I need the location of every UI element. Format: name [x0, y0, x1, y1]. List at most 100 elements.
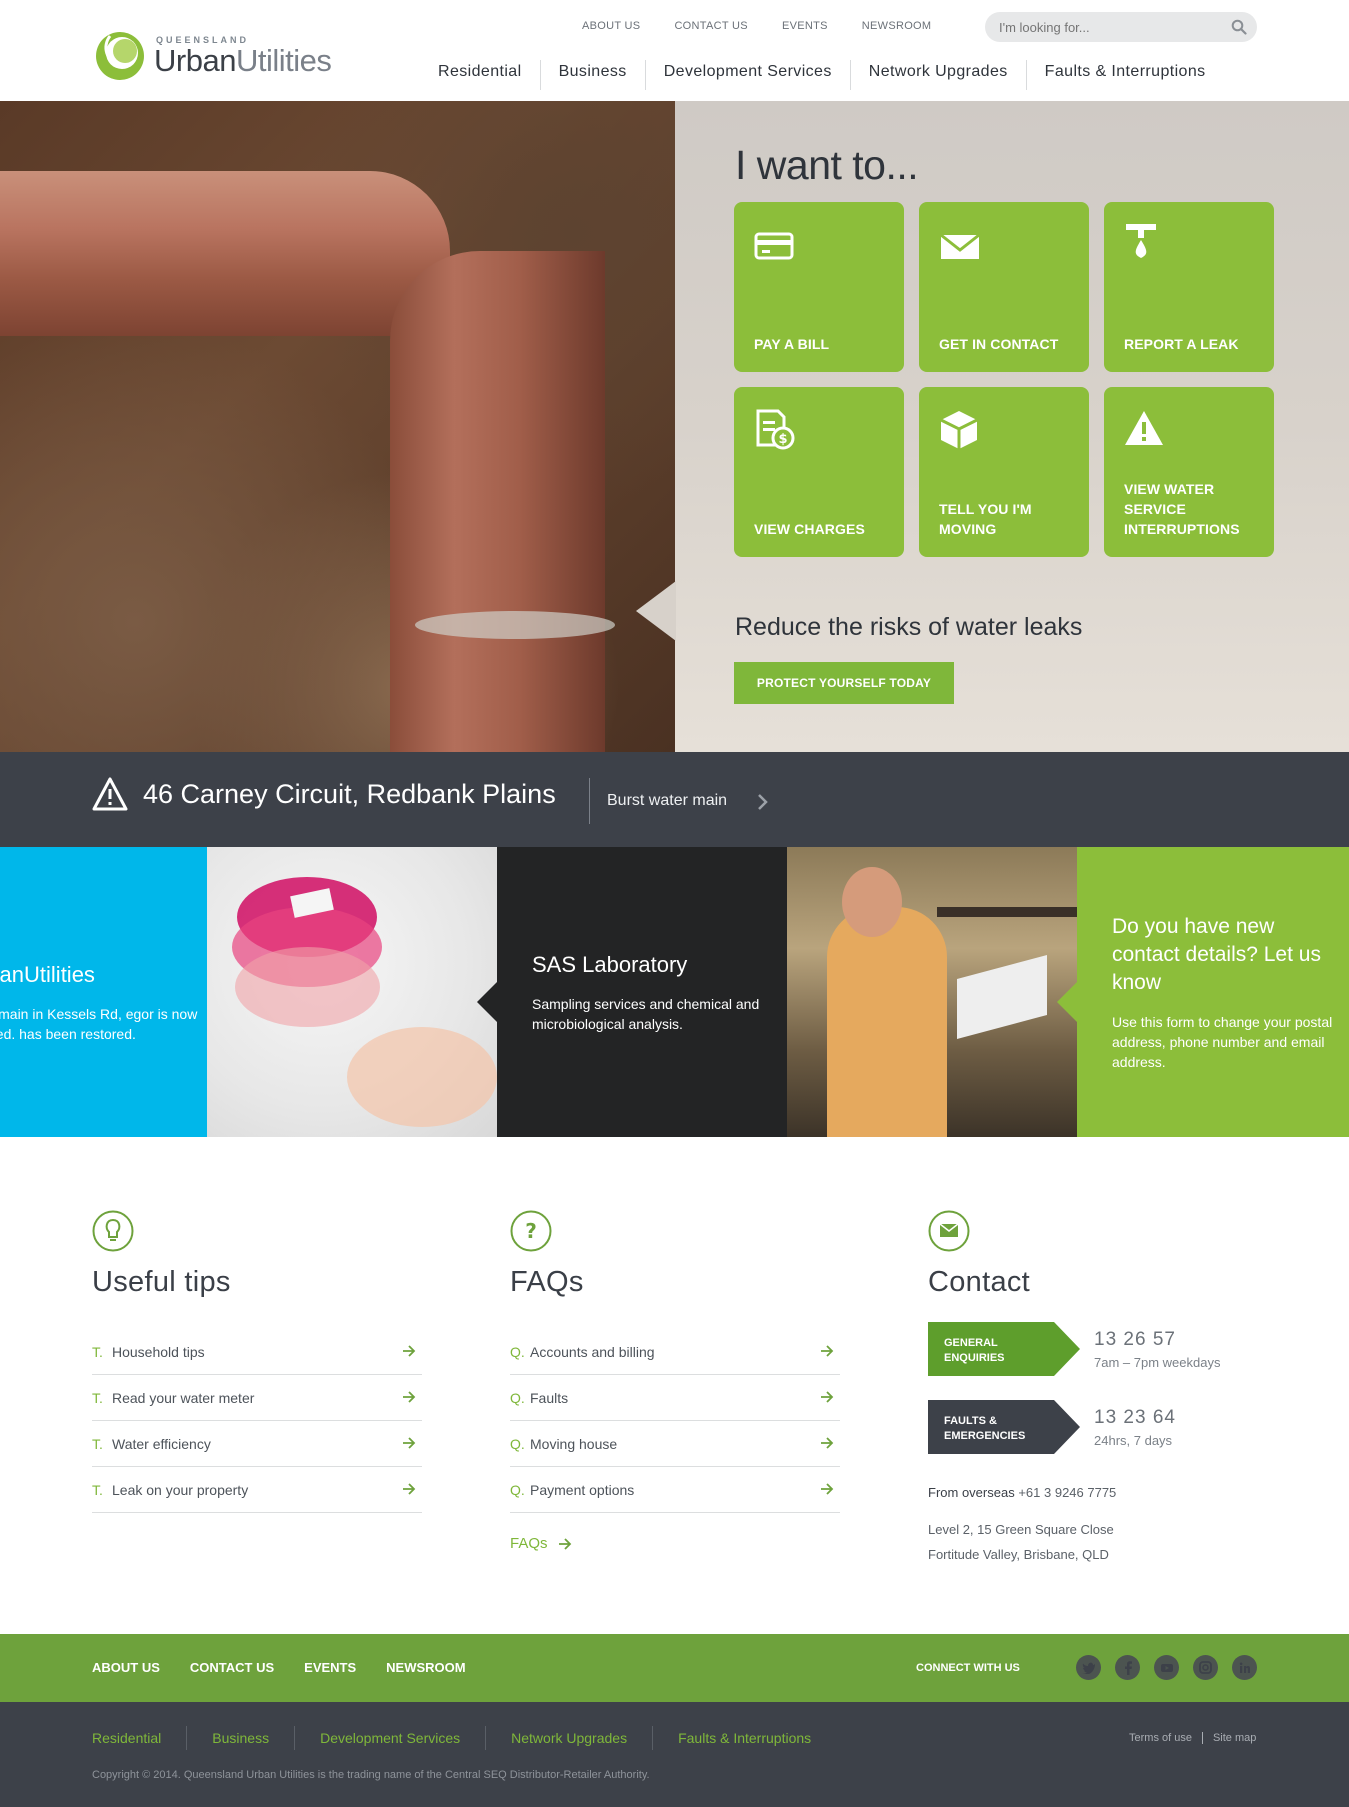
- faults-phone: 13 23 64 24hrs, 7 days: [1094, 1407, 1176, 1448]
- footer-link-contact[interactable]: CONTACT US: [190, 1660, 274, 1675]
- i-want-to-heading: I want to...: [735, 142, 919, 188]
- list-item[interactable]: T. Read your water meter: [92, 1375, 422, 1421]
- feature-strip: rbanUtilities water main in Kessels Rd, …: [0, 847, 1349, 1137]
- man-figure: [827, 907, 947, 1137]
- list-item[interactable]: Q. Accounts and billing: [510, 1329, 840, 1375]
- facebook-icon[interactable]: [1115, 1655, 1140, 1680]
- address: Level 2, 15 Green Square Close Fortitude…: [928, 1517, 1114, 1567]
- terms-of-use-link[interactable]: Terms of use: [1119, 1732, 1202, 1744]
- general-enquiries-tag: GENERAL ENQUIRIES: [928, 1322, 1080, 1376]
- linkedin-icon[interactable]: [1232, 1655, 1257, 1680]
- petri-dish: [235, 947, 380, 1027]
- warning-icon: [1125, 411, 1163, 445]
- feature-sas-laboratory[interactable]: SAS Laboratory Sampling services and che…: [497, 847, 787, 1137]
- footer-link-newsroom[interactable]: NEWSROOM: [386, 1660, 465, 1675]
- tile-get-in-contact[interactable]: GET IN CONTACT: [919, 202, 1089, 372]
- contact-title: Contact: [928, 1266, 1031, 1298]
- logo[interactable]: QUEENSLAND UrbanUtilities: [92, 26, 352, 82]
- feature-news[interactable]: rbanUtilities water main in Kessels Rd, …: [0, 847, 207, 1137]
- panel-pointer: [1057, 982, 1077, 1022]
- tile-view-charges[interactable]: $ VIEW CHARGES: [734, 387, 904, 557]
- arrow-right-icon: [821, 1437, 834, 1449]
- item-prefix: T.: [92, 1435, 103, 1452]
- tap-drop-icon: [1126, 224, 1156, 258]
- general-phone-number[interactable]: 13 26 57: [1094, 1329, 1220, 1351]
- faults-phone-number[interactable]: 13 23 64: [1094, 1407, 1176, 1429]
- general-hours: 7am – 7pm weekdays: [1094, 1354, 1221, 1370]
- instagram-icon[interactable]: [1193, 1655, 1218, 1680]
- list-item[interactable]: T. Leak on your property: [92, 1467, 422, 1513]
- logo-swirl-icon: [96, 32, 144, 80]
- youtube-icon[interactable]: [1154, 1655, 1179, 1680]
- nav-residential[interactable]: Residential: [420, 60, 540, 90]
- tag-line: FAULTS &: [944, 1415, 997, 1427]
- service-alert-bar[interactable]: 46 Carney Circuit, Redbank Plains Burst …: [0, 752, 1349, 847]
- top-link-about[interactable]: ABOUT US: [582, 20, 640, 32]
- nav-business[interactable]: Business: [539, 60, 645, 90]
- footer-nav-development-services[interactable]: Development Services: [294, 1726, 485, 1750]
- man-head: [842, 867, 902, 937]
- list-item[interactable]: Q. Moving house: [510, 1421, 840, 1467]
- list-item[interactable]: T. Water efficiency: [92, 1421, 422, 1467]
- envelope-icon: [940, 233, 980, 259]
- overseas-line: From overseas +61 3 9246 7775: [928, 1480, 1116, 1505]
- footer-link-events[interactable]: EVENTS: [304, 1660, 356, 1675]
- site-header: QUEENSLAND UrbanUtilities ABOUT US CONTA…: [0, 0, 1349, 101]
- tile-moving[interactable]: TELL YOU I'M MOVING: [919, 387, 1089, 557]
- footer-link-about[interactable]: ABOUT US: [92, 1660, 160, 1675]
- twitter-icon[interactable]: [1076, 1655, 1101, 1680]
- footer-nav: Residential Business Development Service…: [92, 1726, 836, 1750]
- contact-section: Contact GENERAL ENQUIRIES 13 26 57 7am –…: [928, 1210, 1258, 1570]
- feature-contact-text: Use this form to change your postal addr…: [1112, 1014, 1333, 1070]
- nav-development-services[interactable]: Development Services: [644, 60, 850, 90]
- search-input[interactable]: [999, 18, 1219, 36]
- protect-yourself-button[interactable]: PROTECT YOURSELF TODAY: [734, 662, 954, 704]
- general-enquiries-row: GENERAL ENQUIRIES 13 26 57 7am – 7pm wee…: [928, 1322, 1220, 1376]
- logo-name-urban: Urban: [154, 43, 236, 78]
- footer-nav-business[interactable]: Business: [186, 1726, 294, 1750]
- hero-pipe-ring: [415, 611, 615, 639]
- item-prefix: Q.: [510, 1481, 525, 1498]
- footer-primary: ABOUT US CONTACT US EVENTS NEWSROOM CONN…: [0, 1634, 1349, 1702]
- chevron-right-icon[interactable]: [756, 793, 770, 811]
- tile-label: GET IN CONTACT: [939, 336, 1059, 352]
- arrow-right-icon: [821, 1391, 834, 1403]
- feature-update-contact[interactable]: Do you have new contact details? Let us …: [1077, 847, 1349, 1137]
- item-prefix: Q.: [510, 1343, 525, 1360]
- feature-sas-title: SAS Laboratory: [532, 952, 688, 977]
- logo-name: UrbanUtilities: [154, 43, 332, 79]
- overseas-number[interactable]: +61 3 9246 7775: [1018, 1485, 1116, 1500]
- utility-nav: ABOUT US CONTACT US EVENTS NEWSROOM: [582, 20, 965, 32]
- svg-text:?: ?: [525, 1219, 537, 1243]
- faqs-more-link[interactable]: FAQs: [510, 1535, 840, 1552]
- feature-sas-text: Sampling services and chemical and micro…: [532, 996, 760, 1032]
- top-link-events[interactable]: EVENTS: [782, 20, 828, 32]
- list-item[interactable]: Q. Faults: [510, 1375, 840, 1421]
- site-map-link[interactable]: Site map: [1203, 1732, 1266, 1744]
- copyright-text: Copyright © 2014. Queensland Urban Utili…: [92, 1769, 650, 1781]
- footer-nav-residential[interactable]: Residential: [92, 1726, 186, 1750]
- footer-nav-faults-interruptions[interactable]: Faults & Interruptions: [652, 1726, 836, 1750]
- logo-name-utilities: Utilities: [235, 43, 332, 78]
- tile-label: REPORT A LEAK: [1124, 336, 1239, 352]
- nav-network-upgrades[interactable]: Network Upgrades: [849, 60, 1026, 90]
- top-link-contact[interactable]: CONTACT US: [674, 20, 748, 32]
- promo-title: Reduce the risks of water leaks: [735, 613, 1083, 641]
- overseas-label: From overseas: [928, 1485, 1015, 1500]
- list-item[interactable]: Q. Payment options: [510, 1467, 840, 1513]
- hero-pipe-photo: [0, 101, 675, 752]
- tile-pay-a-bill[interactable]: PAY A BILL: [734, 202, 904, 372]
- alert-description: Burst water main: [607, 792, 728, 809]
- top-link-newsroom[interactable]: NEWSROOM: [862, 20, 932, 32]
- search-icon[interactable]: [1231, 19, 1247, 35]
- petri-dish-photo: [207, 847, 497, 1137]
- tile-report-a-leak[interactable]: REPORT A LEAK: [1104, 202, 1274, 372]
- tips-list: T. Household tips T. Read your water meter…: [92, 1329, 422, 1513]
- list-item[interactable]: T. Household tips: [92, 1329, 422, 1375]
- tile-water-interruptions[interactable]: VIEW WATER SERVICE INTERRUPTIONS: [1104, 387, 1274, 557]
- footer-nav-network-upgrades[interactable]: Network Upgrades: [485, 1726, 652, 1750]
- feature-contact-title: Do you have new contact details? Let us …: [1112, 915, 1321, 994]
- panel-pointer: [477, 982, 497, 1022]
- nav-faults-interruptions[interactable]: Faults & Interruptions: [1025, 60, 1224, 90]
- hero-pipe-horizontal: [0, 171, 450, 336]
